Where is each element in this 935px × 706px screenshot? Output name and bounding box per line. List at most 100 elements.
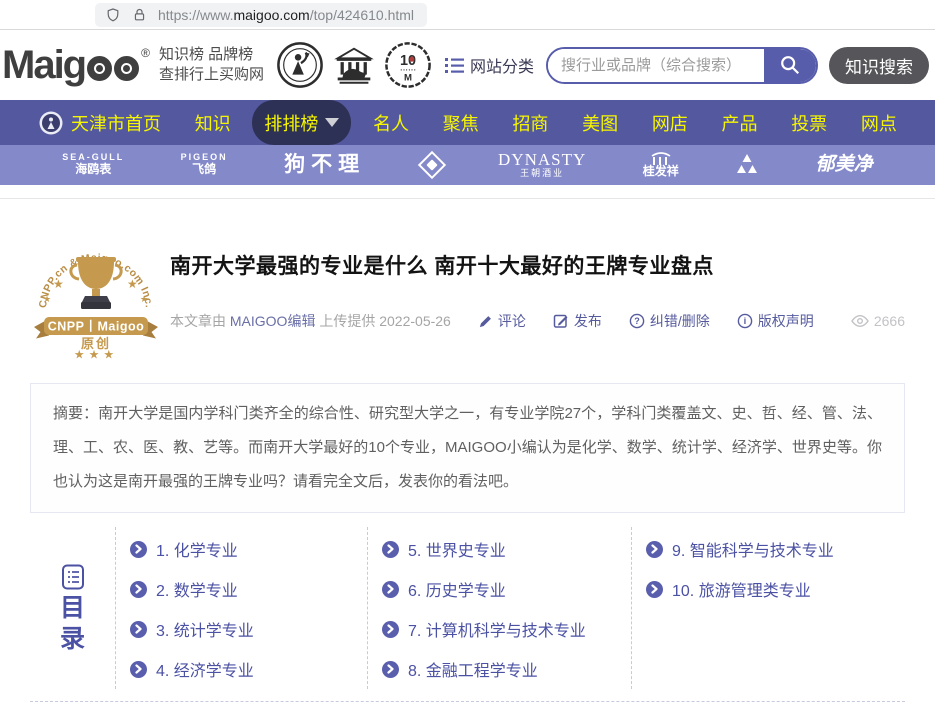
toc-column-1: 1. 化学专业 2. 数学专业 3. 统计学专业 4. 经济学专业 <box>116 527 368 689</box>
circle-arrow-icon <box>130 581 147 598</box>
nav-item-gallery[interactable]: 美图 <box>570 100 630 145</box>
summary-text: 南开大学是国内学科门类齐全的综合性、研究型大学之一，有专业学院27个，学科门类覆… <box>53 405 882 490</box>
nav-label: 网店 <box>652 110 688 136</box>
nav-item-focus[interactable]: 聚焦 <box>431 100 491 145</box>
byline-prefix: 本文章由 <box>170 313 226 329</box>
search-input[interactable] <box>548 49 764 82</box>
comment-link[interactable]: 评论 <box>478 311 526 331</box>
toc-item-world-history[interactable]: 5. 世界史专业 <box>382 529 631 569</box>
circle-arrow-icon <box>382 621 399 638</box>
brand-logo-dynasty[interactable]: DYNASTY 王朝酒业 <box>498 151 586 180</box>
cnpp-person-badge-icon <box>276 41 324 89</box>
comment-label: 评论 <box>498 311 526 331</box>
knowledge-search-button[interactable]: 知识搜索 <box>829 47 929 84</box>
circle-arrow-icon <box>646 541 663 558</box>
svg-text:?: ? <box>634 316 640 326</box>
circle-arrow-icon <box>382 541 399 558</box>
nav-item-knowledge[interactable]: 知识 <box>183 100 243 145</box>
logo-text: Maig <box>2 32 85 98</box>
site-header: Maig ® 知识榜 品牌榜 查排行上买购网 <box>0 30 935 100</box>
question-circle-icon: ? <box>629 313 645 329</box>
toc-item-financial-engineering[interactable]: 8. 金融工程学专业 <box>382 649 631 689</box>
toc-item-history[interactable]: 6. 历史学专业 <box>382 569 631 609</box>
brand-logo-yumeijing[interactable]: 郁美净 <box>816 155 873 176</box>
correction-link[interactable]: ? 纠错/删除 <box>629 311 710 331</box>
brand-logo-triangles[interactable] <box>735 154 759 176</box>
toc-item-mathematics[interactable]: 2. 数学专业 <box>130 569 367 609</box>
copyright-label: 版权声明 <box>758 311 814 331</box>
address-bar[interactable]: https://www.maigoo.com/top/424610.html <box>95 3 427 27</box>
toc-item-computer-science[interactable]: 7. 计算机科学与技术专业 <box>382 609 631 649</box>
nav-label: 投票 <box>791 110 827 136</box>
tianjin-emblem-icon <box>38 110 64 136</box>
maigoo-original-award-badge: CNPP.cn & Maigoo.com Inc. ★ ★ ★ ★ CNPP丨M… <box>30 225 162 359</box>
toc-item-chemistry[interactable]: 1. 化学专业 <box>130 529 367 569</box>
url-prefix: https://www. <box>158 7 233 23</box>
nav-label: 聚焦 <box>443 110 479 136</box>
article-meta-row: 本文章由 MAIGOO编辑 上传提供 2022-05-26 评论 发布 <box>170 311 905 331</box>
brand-logo-pigeon[interactable]: PIGEON 飞鸽 <box>181 153 228 176</box>
maigoo-logo[interactable]: Maig ® <box>2 32 150 98</box>
toc-item-intelligent-science[interactable]: 9. 智能科学与技术专业 <box>646 529 905 569</box>
url-domain: maigoo.com <box>233 7 309 23</box>
toc-item-tourism-management[interactable]: 10. 旅游管理类专业 <box>646 569 905 609</box>
toc-label: 目 录 <box>30 527 116 689</box>
toc-item-statistics[interactable]: 3. 统计学专业 <box>130 609 367 649</box>
table-of-contents: 目 录 1. 化学专业 2. 数学专业 3. 统计学专业 4. 经济学专业 5.… <box>30 527 905 702</box>
publish-date: 2022-05-26 <box>379 313 451 329</box>
svg-text:★: ★ <box>140 294 148 304</box>
brand-logo-diamond[interactable] <box>422 155 442 175</box>
brand-logo-goubuli[interactable]: 狗不理 <box>284 153 365 176</box>
lock-icon[interactable] <box>132 7 147 22</box>
nav-label: 排排榜 <box>264 110 318 136</box>
editor-link[interactable]: MAIGOO编辑 <box>230 313 316 329</box>
toc-item-label: 5. 世界史专业 <box>408 537 506 561</box>
badge-stars: ★★★ <box>74 348 118 360</box>
site-category-label: 网站分类 <box>470 53 534 77</box>
byline-suffix: 上传提供 <box>319 313 375 329</box>
diamond-emblem-icon <box>417 151 445 179</box>
nav-item-celebrities[interactable]: 名人 <box>361 100 421 145</box>
toc-item-label: 4. 经济学专业 <box>156 657 254 681</box>
nav-item-products[interactable]: 产品 <box>710 100 770 145</box>
toc-column-2: 5. 世界史专业 6. 历史学专业 7. 计算机科学与技术专业 8. 金融工程学… <box>368 527 632 689</box>
nav-item-investment[interactable]: 招商 <box>500 100 560 145</box>
toc-item-economics[interactable]: 4. 经济学专业 <box>130 649 367 689</box>
tagline-line1: 知识榜 品牌榜 <box>159 45 264 65</box>
toc-label-char: 录 <box>60 624 85 654</box>
triangle-emblem-icon <box>735 154 759 176</box>
article-summary: 摘要：南开大学是国内学科门类齐全的综合性、研究型大学之一，有专业学院27个，学科… <box>30 383 905 513</box>
svg-text:★: ★ <box>43 294 51 304</box>
brand-name-cn: 郁美净 <box>816 155 873 176</box>
info-circle-icon: i <box>737 313 753 329</box>
nav-item-outlets[interactable]: 网点 <box>849 100 909 145</box>
search-box <box>546 47 818 84</box>
nav-item-rankings[interactable]: 排排榜 <box>252 100 351 145</box>
document-list-icon <box>58 562 88 592</box>
nav-item-votes[interactable]: 投票 <box>779 100 839 145</box>
brand-logo-guifaxiang[interactable]: 桂发祥 <box>643 152 679 178</box>
brand-name-cn: 飞鸽 <box>192 163 216 176</box>
search-icon <box>779 54 801 76</box>
publish-link[interactable]: 发布 <box>553 311 602 331</box>
gear-o-icon <box>114 56 139 81</box>
gear-o-icon <box>87 56 112 81</box>
edit-square-icon <box>553 313 569 329</box>
browser-toolbar: https://www.maigoo.com/top/424610.html <box>0 0 935 30</box>
svg-text:M: M <box>404 72 412 83</box>
toc-item-label: 7. 计算机科学与技术专业 <box>408 617 586 641</box>
brand-logo-seagull[interactable]: SEA-GULL 海鸥表 <box>62 153 124 176</box>
main-nav: 天津市首页 知识 排排榜 名人 聚焦 招商 美图 网店 产品 投票 网点 <box>0 100 935 145</box>
copyright-link[interactable]: i 版权声明 <box>737 311 814 331</box>
summary-label: 摘要： <box>53 405 98 422</box>
site-category-button[interactable]: 网站分类 <box>445 53 534 77</box>
search-button[interactable] <box>764 49 816 82</box>
nav-item-shops[interactable]: 网店 <box>640 100 700 145</box>
brand-name-en: DYNASTY <box>498 151 586 170</box>
ten-year-badge-icon: 10 • • • • • • M <box>384 41 432 89</box>
badge-ribbon-text: CNPP丨Maigoo <box>48 320 144 334</box>
shield-icon[interactable] <box>105 7 121 23</box>
brand-name-cn: 狗不理 <box>284 153 365 176</box>
url-text[interactable]: https://www.maigoo.com/top/424610.html <box>158 7 414 23</box>
nav-item-tianjin-home[interactable]: 天津市首页 <box>26 100 173 145</box>
